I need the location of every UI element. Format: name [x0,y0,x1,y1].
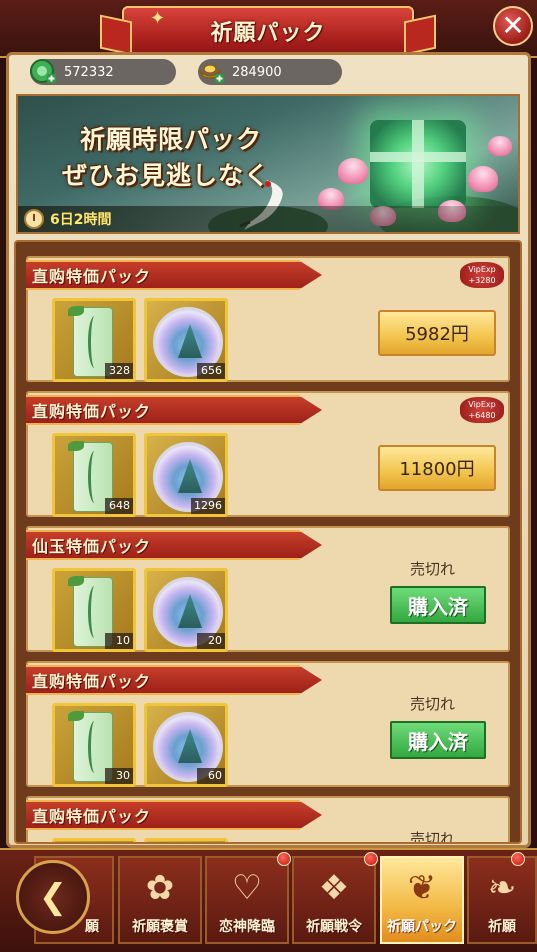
title-banner: 祈願パック [122,6,414,56]
tab-label: 祈願パック [387,919,457,935]
timer-text: 6日2時間 [50,212,112,228]
scroll-item[interactable]: 10 [52,568,136,652]
gold-ingot-icon [194,55,226,87]
promo-banner: 祈願時限パック ぜひお見逃しなく 6日2時間 [16,94,520,234]
item-quantity: 656 [197,363,225,379]
tab-label: 祈願戦令 [306,919,362,935]
countdown-timer: 6日2時間 [18,206,518,232]
item-quantity: 328 [105,363,133,379]
page-title: 祈願パック [210,21,326,46]
arrow-left-icon: ❮ [38,877,68,917]
pack-card: 直购特価パック 30 60 売切れ 購入済 [26,661,510,787]
sparkle-icon: ✦ [150,8,166,29]
buy-button[interactable]: 5982円 [378,310,496,356]
medal-item[interactable]: 60 [144,703,228,787]
lotus-flower [468,166,498,192]
vip-exp-badge: VipExp +3280 [460,262,504,288]
scroll-item[interactable] [52,838,136,842]
medal-item[interactable]: 20 [144,568,228,652]
notification-dot [511,852,525,866]
back-arrow-button[interactable]: ❮ [16,860,90,934]
tab-label: 祈願褒賞 [132,919,188,935]
scroll-card-icon: ❖ [318,868,350,908]
tab-wish-rewards[interactable]: ✿ 祈願褒賞 [118,856,202,944]
flower-knot-icon: ✿ [145,868,175,908]
wish-more-icon: ❧ [487,868,517,908]
notification-dot [364,852,378,866]
item-quantity: 648 [105,498,133,514]
pack-card: 直购特価パック VipExp +6480 648 1296 11800円 [26,391,510,517]
bottom-nav: ❀ 願 ❮ ✿ 祈願褒賞 ♡ 恋神降臨 ❖ 祈願戦令 ❦ 祈願パック ❧ 祈願 [0,848,537,952]
tab-love-god[interactable]: ♡ 恋神降臨 [205,852,291,944]
pack-card: 直购特価パック 売切れ [26,796,510,844]
vip-exp-value: +6480 [468,411,496,420]
banner-headline: 祈願時限パック [80,125,263,154]
soldout-label: 売切れ [410,695,456,713]
medal-item[interactable]: 656 [144,298,228,382]
clock-icon [24,209,44,229]
tab-label: 恋神降臨 [219,919,275,935]
item-quantity: 60 [197,768,225,784]
lotus-flower [488,136,512,156]
purchased-button: 購入済 [390,586,486,624]
pack-title: 直购特価パック [26,800,322,830]
lotus-flower [338,158,368,184]
vip-exp-label: VipExp [468,265,496,274]
pack-title: 直购特価パック [26,665,322,695]
purchased-button: 購入済 [390,721,486,759]
pack-list[interactable]: 直购特価パック VipExp +3280 328 656 5982円 直购特価パ… [14,240,522,844]
heart-icon: ♡ [231,868,263,908]
tab-wish-pass[interactable]: ❖ 祈願戦令 [292,852,378,944]
vip-exp-value: +3280 [468,276,496,285]
vip-exp-badge: VipExp +6480 [460,397,504,423]
jade-amount: 572332 [64,64,114,80]
gold-amount: 284900 [232,64,282,80]
medal-item[interactable]: 1296 [144,433,228,517]
item-quantity: 30 [105,768,133,784]
currency-jade: 572332 [30,59,176,85]
pack-card: 仙玉特価パック 10 20 売切れ 購入済 [26,526,510,652]
tab-wish-more[interactable]: ❧ 祈願 [467,852,537,944]
jade-icon [26,55,58,87]
scroll-item[interactable]: 328 [52,298,136,382]
close-button[interactable]: ✕ [493,6,533,46]
item-quantity: 10 [105,633,133,649]
pack-title: 直购特価パック [26,395,322,425]
item-quantity: 20 [197,633,225,649]
pack-card: 直购特価パック VipExp +3280 328 656 5982円 [26,256,510,382]
notification-dot [277,852,291,866]
tab-wish-pack[interactable]: ❦ 祈願パック [380,856,464,944]
tab-label: 祈願 [488,919,516,935]
soldout-label: 売切れ [410,560,456,578]
item-quantity: 1296 [191,498,225,514]
gift-wreath-icon: ❦ [407,868,437,908]
pack-title: 直购特価パック [26,260,322,290]
soldout-label: 売切れ [410,830,456,844]
scroll-item[interactable]: 648 [52,433,136,517]
scroll-item[interactable]: 30 [52,703,136,787]
banner-subheadline: ぜひお見逃しなく [62,161,271,190]
vip-exp-label: VipExp [468,400,496,409]
pack-title: 仙玉特価パック [26,530,322,560]
buy-button[interactable]: 11800円 [378,445,496,491]
medal-item[interactable] [144,838,228,842]
currency-gold: 284900 [198,59,342,85]
gift-box-icon [370,120,466,208]
